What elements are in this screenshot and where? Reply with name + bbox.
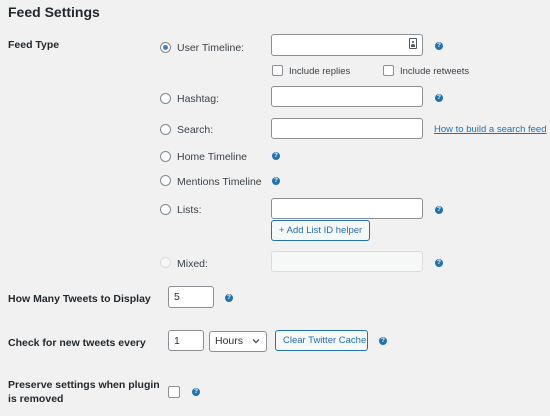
chevron-down-icon	[252, 339, 260, 344]
search-input[interactable]	[271, 118, 423, 139]
feed-type-label: Feed Type	[8, 39, 60, 51]
lists-input[interactable]	[271, 198, 423, 219]
mentions-timeline-label: Mentions Timeline	[177, 176, 262, 188]
radio-search[interactable]	[160, 124, 171, 135]
mixed-input[interactable]	[271, 251, 423, 272]
preserve-settings-checkbox[interactable]	[168, 386, 180, 398]
radio-home-timeline[interactable]	[160, 151, 171, 162]
help-icon[interactable]: ?	[435, 206, 443, 214]
radio-mentions-timeline[interactable]	[160, 175, 171, 186]
clear-twitter-cache-button[interactable]: Clear Twitter Cache	[275, 330, 368, 351]
user-timeline-field-wrap	[271, 34, 423, 56]
help-icon[interactable]: ?	[225, 294, 233, 302]
interval-unit-select[interactable]: Hours	[209, 331, 267, 352]
hashtag-label: Hashtag:	[177, 93, 220, 105]
help-icon[interactable]: ?	[272, 177, 280, 185]
include-replies-checkbox[interactable]	[272, 65, 283, 76]
contact-card-icon[interactable]	[409, 38, 417, 49]
user-timeline-label: User Timeline:	[177, 42, 245, 54]
lists-label: Lists:	[177, 204, 202, 216]
radio-mixed[interactable]	[160, 257, 171, 268]
search-label: Search:	[177, 124, 214, 136]
search-help-link[interactable]: How to build a search feed	[434, 124, 546, 135]
preserve-label: Preserve settings when plugin is removed	[8, 378, 160, 406]
help-icon[interactable]: ?	[435, 42, 443, 50]
interval-unit-value: Hours	[215, 335, 244, 347]
mixed-label: Mixed:	[177, 258, 208, 270]
num-tweets-label: How Many Tweets to Display	[8, 293, 151, 305]
radio-user-timeline[interactable]	[160, 42, 171, 53]
help-icon[interactable]: ?	[379, 337, 387, 345]
home-timeline-label: Home Timeline	[177, 151, 248, 163]
help-icon[interactable]: ?	[435, 94, 443, 102]
help-icon[interactable]: ?	[272, 152, 280, 160]
help-icon[interactable]: ?	[192, 388, 200, 396]
include-retweets-label: Include retweets	[400, 66, 470, 77]
include-retweets-checkbox[interactable]	[383, 65, 394, 76]
preserve-label-line2: is removed	[8, 393, 64, 405]
radio-lists[interactable]	[160, 204, 171, 215]
hashtag-input[interactable]	[271, 86, 423, 107]
add-list-id-helper-button[interactable]: + Add List ID helper	[271, 220, 370, 241]
num-tweets-input[interactable]	[168, 286, 214, 308]
check-interval-input[interactable]	[168, 330, 204, 351]
include-replies-label: Include replies	[289, 66, 351, 77]
preserve-label-line1: Preserve settings when plugin	[8, 379, 160, 391]
help-icon[interactable]: ?	[435, 259, 443, 267]
section-title: Feed Settings	[8, 4, 100, 20]
check-new-label: Check for new tweets every	[8, 337, 146, 349]
radio-hashtag[interactable]	[160, 93, 171, 104]
user-timeline-input[interactable]	[271, 34, 423, 56]
